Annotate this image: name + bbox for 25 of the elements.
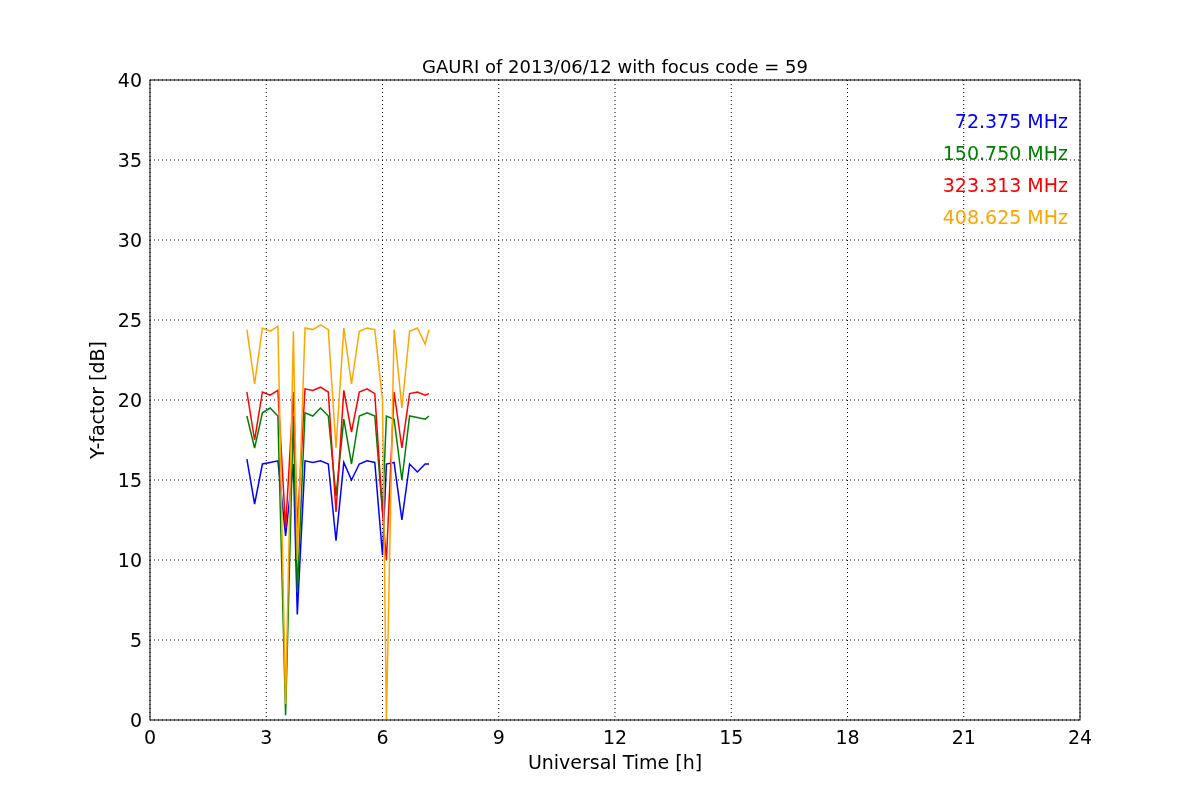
tick-label: 0 [143, 726, 157, 748]
tick-label: 12 [602, 726, 628, 748]
x-axis-label: Universal Time [h] [527, 751, 703, 773]
tick-label: 25 [117, 309, 142, 331]
tick-label: 18 [835, 726, 860, 748]
tick-label: 21 [951, 726, 976, 748]
legend-label: 408.625 MHz [942, 206, 1068, 228]
tick-label: 15 [117, 469, 142, 491]
tick-label: 35 [117, 149, 142, 171]
tick-label: 40 [117, 69, 142, 91]
tick-label: 20 [117, 389, 142, 411]
tick-label: 30 [117, 229, 142, 251]
y-axis-label: Y-factor [dB] [86, 341, 108, 459]
tick-label: 9 [492, 726, 505, 748]
legend-label: 323.313 MHz [942, 174, 1068, 196]
chart-title: GAURI of 2013/06/12 with focus code = 59 [422, 56, 808, 77]
tick-label: 3 [260, 726, 273, 748]
tick-label: 10 [117, 549, 142, 571]
legend-label: 72.375 MHz [954, 110, 1068, 132]
tick-label: 24 [1067, 726, 1093, 748]
tick-label: 15 [719, 726, 744, 748]
legend-label: 150.750 MHz [942, 142, 1068, 164]
tick-label: 5 [129, 629, 142, 651]
tick-label: 0 [129, 709, 142, 731]
tick-label: 6 [376, 726, 389, 748]
